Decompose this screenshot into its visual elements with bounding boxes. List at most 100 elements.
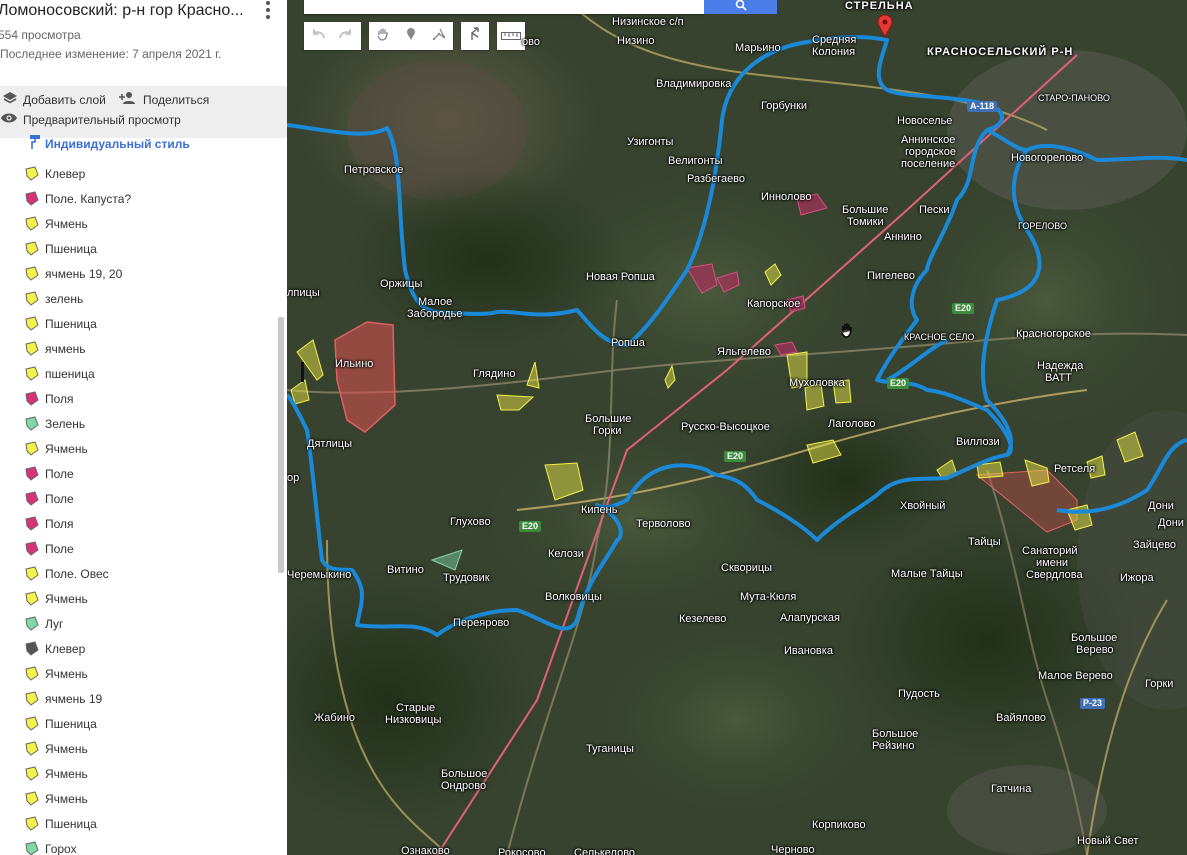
feature-row[interactable]: Поле bbox=[24, 464, 74, 484]
place-label: Малое bbox=[418, 296, 453, 308]
feature-row[interactable]: Луг bbox=[24, 614, 63, 634]
place-label: Скворицы bbox=[721, 562, 773, 574]
add-marker-button[interactable] bbox=[397, 22, 425, 50]
add-layer-button[interactable]: Добавить слой bbox=[2, 91, 106, 108]
draw-line-button[interactable] bbox=[425, 22, 453, 50]
feature-row[interactable]: Поле. Овес bbox=[24, 564, 109, 584]
feature-row[interactable]: Поле. Капуста? bbox=[24, 189, 131, 209]
feature-label: Ячмень bbox=[45, 592, 88, 606]
redo-button[interactable] bbox=[332, 22, 360, 50]
place-label: Переярово bbox=[453, 617, 510, 629]
polygon-icon bbox=[25, 191, 39, 206]
place-label: ор bbox=[287, 472, 300, 484]
feature-label: ячмень 19 bbox=[45, 692, 103, 706]
draw-line-icon bbox=[432, 27, 446, 46]
place-label: Петровское bbox=[344, 164, 404, 176]
feature-row[interactable]: пшеница bbox=[24, 364, 95, 384]
pan-tool-button[interactable] bbox=[369, 22, 397, 50]
polygon-icon bbox=[25, 416, 39, 431]
road-shield: E20 bbox=[952, 303, 975, 314]
feature-row[interactable]: Ячмень bbox=[24, 589, 88, 609]
more-options-icon[interactable] bbox=[262, 0, 274, 20]
hand-icon bbox=[376, 27, 390, 46]
place-label: Малые Тайцы bbox=[891, 568, 963, 580]
polygon-icon bbox=[25, 566, 39, 581]
place-label: Кипень bbox=[581, 504, 618, 516]
map-pin-icon[interactable] bbox=[877, 14, 893, 43]
feature-row[interactable]: зелень bbox=[24, 289, 83, 309]
map-search-button[interactable] bbox=[704, 0, 777, 14]
place-label: Гатчина bbox=[991, 783, 1032, 795]
sidebar-scrollbar[interactable] bbox=[278, 317, 284, 573]
feature-row[interactable]: Пшеница bbox=[24, 814, 97, 834]
feature-row[interactable]: Ячмень bbox=[24, 739, 88, 759]
map-search-input[interactable] bbox=[304, 0, 704, 14]
place-label: Дони bbox=[1158, 517, 1184, 529]
feature-label: зелень bbox=[45, 292, 84, 306]
place-label: Виллози bbox=[956, 436, 1000, 448]
place-label: Келози bbox=[548, 548, 584, 560]
place-label: КРАСНОЕ СЕЛО bbox=[904, 332, 975, 342]
polygon-icon bbox=[25, 591, 39, 606]
place-label: Рейзино bbox=[872, 740, 915, 752]
view-count: 554 просмотра bbox=[0, 28, 81, 42]
feature-row[interactable]: Зелень bbox=[24, 414, 85, 434]
individual-style-link[interactable]: Индивидуальный стиль bbox=[29, 134, 190, 153]
polygon-icon bbox=[25, 466, 39, 481]
feature-row[interactable]: Ячмень bbox=[24, 664, 88, 684]
feature-row[interactable]: Пшеница bbox=[24, 239, 97, 259]
feature-row[interactable]: Клевер bbox=[24, 164, 85, 184]
directions-button[interactable] bbox=[461, 22, 489, 50]
share-button[interactable]: Поделиться bbox=[118, 91, 209, 108]
place-label: Ропша bbox=[611, 337, 645, 349]
place-label: Ретселя bbox=[1054, 463, 1096, 475]
place-label: Большое bbox=[1071, 632, 1118, 644]
measure-button[interactable] bbox=[497, 22, 525, 50]
feature-label: Пшеница bbox=[45, 242, 97, 256]
polygon-icon bbox=[25, 241, 39, 256]
feature-row[interactable]: Поле bbox=[24, 489, 74, 509]
last-modified: Последнее изменение: 7 апреля 2021 г. bbox=[0, 47, 222, 61]
feature-row[interactable]: Поля bbox=[24, 389, 74, 409]
feature-row[interactable]: ячмень bbox=[24, 339, 86, 359]
feature-row[interactable]: Клевер bbox=[24, 639, 85, 659]
feature-label: Пшеница bbox=[45, 717, 97, 731]
place-label: Кезелево bbox=[679, 613, 727, 625]
place-label: Горки bbox=[593, 425, 622, 437]
feature-label: Поле. Капуста? bbox=[45, 192, 132, 206]
feature-label: Ячмень bbox=[45, 792, 88, 806]
undo-button[interactable] bbox=[304, 22, 332, 50]
feature-label: Поля bbox=[45, 392, 74, 406]
feature-row[interactable]: Пшеница bbox=[24, 314, 97, 334]
feature-row[interactable]: Пшеница bbox=[24, 714, 97, 734]
feature-row[interactable]: Поле bbox=[24, 539, 74, 559]
place-label: Яльгелево bbox=[717, 346, 771, 358]
polygon-icon bbox=[25, 441, 39, 456]
place-label: Владимировка bbox=[656, 78, 732, 90]
place-label: Рокосово bbox=[498, 847, 546, 855]
place-label: Большое bbox=[441, 768, 488, 780]
polygon-icon bbox=[25, 766, 39, 781]
place-label: Мухоловка bbox=[789, 377, 845, 389]
preview-button[interactable]: Предварительный просмотр bbox=[0, 112, 181, 127]
feature-row[interactable]: ячмень 19, 20 bbox=[24, 264, 122, 284]
feature-row[interactable]: Ячмень bbox=[24, 439, 88, 459]
place-label: Ижора bbox=[1120, 572, 1154, 584]
feature-row[interactable]: Ячмень bbox=[24, 214, 88, 234]
feature-label: Горох bbox=[45, 842, 77, 855]
feature-row[interactable]: ячмень 19 bbox=[24, 689, 102, 709]
place-label: Туганицы bbox=[586, 743, 634, 755]
place-label: Волковицы bbox=[545, 591, 602, 603]
place-label: Лаголово bbox=[828, 418, 876, 430]
map-canvas[interactable]: А-118 E20 E20 E20 E20 Р-23 СТРЕЛЬНА Низи… bbox=[287, 0, 1187, 855]
place-label: СТРЕЛЬНА bbox=[845, 0, 914, 12]
place-label: Горбунки bbox=[761, 100, 808, 112]
place-label: Санаторий bbox=[1022, 545, 1078, 557]
feature-row[interactable]: Горох bbox=[24, 839, 77, 855]
feature-row[interactable]: Ячмень bbox=[24, 764, 88, 784]
place-label: Новогорелово bbox=[1011, 152, 1084, 164]
drawing-toolbar bbox=[369, 22, 453, 50]
feature-row[interactable]: Ячмень bbox=[24, 789, 88, 809]
feature-row[interactable]: Поля bbox=[24, 514, 74, 534]
place-label: ГОРЕЛОВО bbox=[1018, 221, 1067, 231]
